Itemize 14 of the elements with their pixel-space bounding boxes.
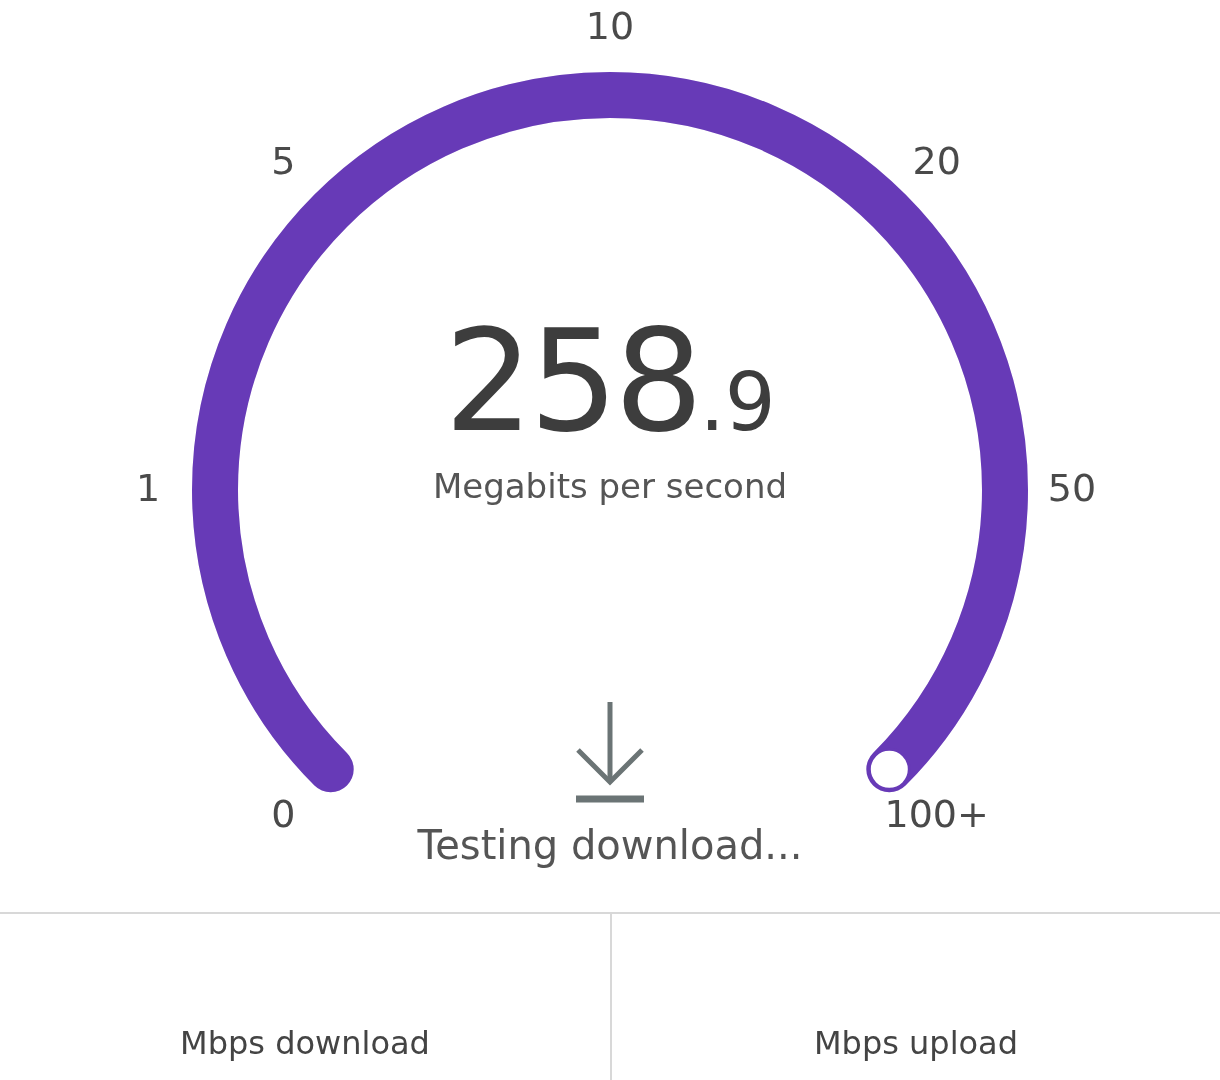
gauge-tick-label: 10 [585, 3, 635, 48]
gauge-tick-label: 50 [1047, 465, 1097, 510]
speed-reading: 258.9 [444, 312, 776, 452]
unit-label: Megabits per second [432, 466, 788, 506]
gauge-thumb [867, 747, 911, 791]
download-icon [574, 700, 646, 804]
gauge-tick-label: 0 [271, 792, 296, 837]
result-label: Mbps upload [813, 1024, 1019, 1062]
gauge-tick-label: 1 [135, 465, 161, 510]
gauge-tick-label: 100+ [884, 792, 989, 837]
result-label: Mbps download [180, 1024, 430, 1062]
gauge-tick-label: 5 [271, 138, 296, 183]
gauge-tick-label: 20 [912, 138, 961, 183]
status-text: Testing download... [417, 822, 803, 868]
